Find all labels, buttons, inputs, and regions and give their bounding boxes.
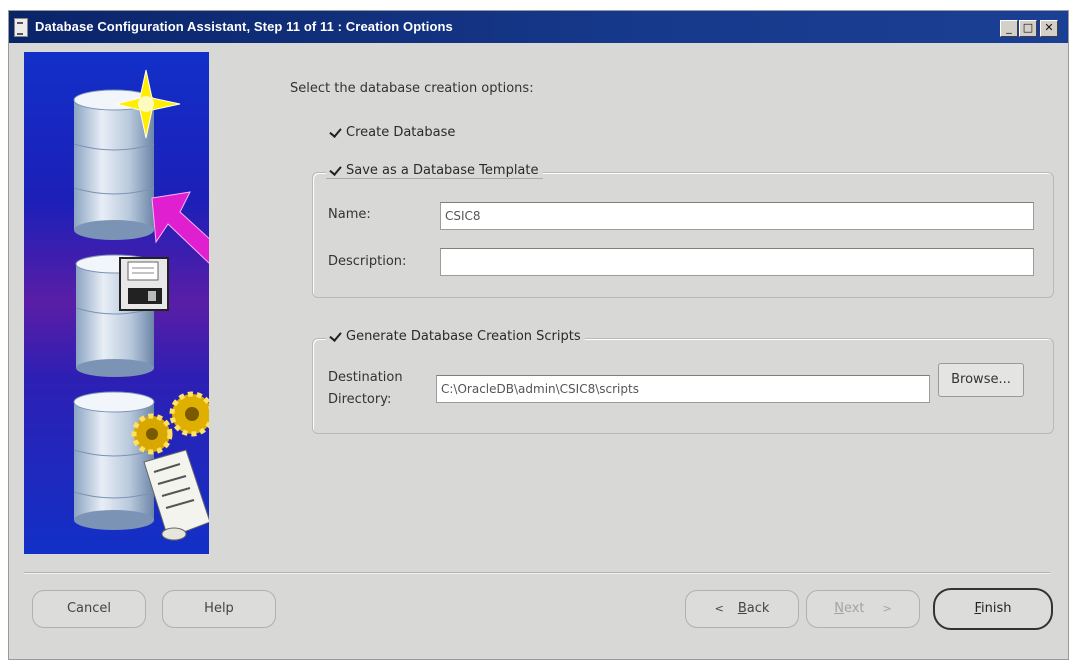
checkbox-checkmark <box>329 162 342 177</box>
maximize-button[interactable]: □ <box>1019 20 1037 37</box>
window-title: Database Configuration Assistant, Step 1… <box>35 19 453 34</box>
title-bar[interactable]: Database Configuration Assistant, Step 1… <box>9 11 1068 43</box>
destination-directory-input[interactable] <box>436 375 930 403</box>
destination-label-line1: Destination <box>328 370 403 385</box>
back-label: ack <box>746 601 770 616</box>
wizard-banner-image <box>24 52 209 554</box>
window-app-icon <box>14 18 28 37</box>
close-button[interactable]: ✕ <box>1040 20 1058 37</box>
save-template-checkbox[interactable]: Save as a Database Template <box>326 162 543 179</box>
save-template-label: Save as a Database Template <box>346 163 539 178</box>
footer-separator <box>24 572 1050 574</box>
floppy-disk-icon <box>119 257 169 311</box>
generate-scripts-checkbox[interactable]: Generate Database Creation Scripts <box>326 328 585 344</box>
checkbox-checkmark <box>329 124 342 139</box>
create-database-checkbox[interactable]: Create Database <box>326 124 460 140</box>
next-mnemonic: N <box>834 601 844 616</box>
pointer-arrow-icon <box>151 191 209 264</box>
back-button[interactable]: < Back <box>685 590 799 628</box>
create-database-label: Create Database <box>346 125 456 140</box>
cancel-button[interactable]: Cancel <box>32 590 146 628</box>
database-cylinder-icon <box>73 391 155 530</box>
chevron-left-icon: < <box>714 602 724 615</box>
description-label: Description: <box>328 254 407 269</box>
generate-scripts-label: Generate Database Creation Scripts <box>346 329 581 344</box>
chevron-right-icon: > <box>882 602 892 615</box>
browse-button[interactable]: Browse... <box>938 363 1024 397</box>
template-name-input[interactable] <box>440 202 1034 230</box>
help-button[interactable]: Help <box>162 590 276 628</box>
name-label: Name: <box>328 207 371 222</box>
minimize-button[interactable]: _ <box>1000 20 1018 37</box>
finish-button[interactable]: Finish <box>933 588 1053 630</box>
instructions-text: Select the database creation options: <box>290 81 534 96</box>
next-label: ext <box>843 601 865 616</box>
next-button: Next > <box>806 590 920 628</box>
finish-label: inish <box>981 601 1012 616</box>
checkbox-checkmark <box>329 328 342 343</box>
back-mnemonic: B <box>737 601 747 616</box>
template-description-input[interactable] <box>440 248 1034 276</box>
destination-label-line2: Directory: <box>328 392 392 407</box>
save-template-group <box>312 172 1054 298</box>
